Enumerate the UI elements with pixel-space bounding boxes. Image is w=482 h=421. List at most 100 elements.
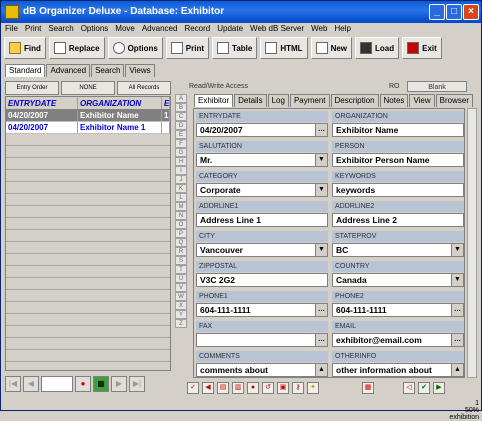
all-records-button[interactable]: All Records [117,81,171,95]
table-row[interactable]: 04/20/2007 Exhibitor Name 1 [6,110,170,122]
ellipsis-icon[interactable]: … [315,304,327,316]
menu-web[interactable]: Web [311,23,327,35]
column-header[interactable]: ENTRYDATE [6,97,78,109]
link-icon[interactable]: ↺ [262,382,274,394]
back-icon[interactable]: ◁ [403,382,415,394]
chevron-down-icon[interactable]: ▼ [451,244,463,256]
fax-field[interactable]: … [196,333,328,347]
letter-index-c[interactable]: C [175,112,187,121]
letter-index-g[interactable]: G [175,148,187,157]
checkbox-icon[interactable]: ✓ [187,382,199,394]
key-icon[interactable]: ⚷ [292,382,304,394]
letter-index-f[interactable]: F [175,139,187,148]
tab-browser[interactable]: Browser [435,94,473,107]
letter-index-e[interactable]: E [175,130,187,139]
letter-index-l[interactable]: L [175,193,187,202]
ro-checkbox-label[interactable]: RO [389,81,400,92]
ellipsis-icon[interactable]: … [315,334,327,346]
letter-index-y[interactable]: Y [175,310,187,319]
prev-record-button[interactable]: ◀ [23,376,39,392]
none-sort-button[interactable]: NONE [61,81,115,95]
ellipsis-icon[interactable]: … [451,304,463,316]
tab-advanced[interactable]: Advanced [46,64,91,77]
category-select[interactable]: Corporate ▼ [196,183,328,197]
chevron-down-icon[interactable]: ▼ [315,184,327,196]
letter-index-q[interactable]: Q [175,238,187,247]
menu-update[interactable]: Update [217,23,243,35]
lock-icon[interactable]: ▣ [277,382,289,394]
letter-index-s[interactable]: S [175,256,187,265]
chevron-down-icon[interactable]: ▼ [315,244,327,256]
phone2-field[interactable]: 604-111-1111… [332,303,464,317]
replace-button[interactable]: Replace [48,37,105,59]
export-icon[interactable]: ▦ [362,382,374,394]
arrow-left-icon[interactable]: ◀ [202,382,214,394]
scroll-arrow-icon[interactable]: ▲ [315,364,327,376]
person-field[interactable]: Exhibitor Person Name [332,153,464,167]
menu-move[interactable]: Move [115,23,135,35]
column-header[interactable]: E [162,97,170,109]
stop-icon[interactable]: ● [247,382,259,394]
menu-web-db-server[interactable]: Web dB Server [250,23,304,35]
tab-details[interactable]: Details [234,94,267,107]
scroll-arrow-icon[interactable]: ▲ [451,364,463,376]
stateprov-select[interactable]: BC ▼ [332,243,464,257]
zippostal-field[interactable]: V3C 2G2 [196,273,328,287]
first-record-button[interactable]: |◀ [5,376,21,392]
letter-index-r[interactable]: R [175,247,187,256]
letter-index-m[interactable]: M [175,202,187,211]
letter-index-d[interactable]: D [175,121,187,130]
letter-index-h[interactable]: H [175,157,187,166]
letter-index-n[interactable]: N [175,211,187,220]
options-button[interactable]: Options [107,37,163,59]
print-button[interactable]: Print [165,37,210,59]
forward-icon[interactable]: ▶ [433,382,445,394]
letter-index-u[interactable]: U [175,274,187,283]
table-row[interactable]: 04/20/2007 Exhibitor Name 1 [6,122,170,134]
load-button[interactable]: Load [355,37,400,59]
form-scrollbar[interactable] [467,108,477,378]
menu-print[interactable]: Print [25,23,41,35]
letter-index-k[interactable]: K [175,184,187,193]
city-select[interactable]: Vancouver ▼ [196,243,328,257]
trash-icon[interactable]: ▥ [232,382,244,394]
addrline1-field[interactable]: Address Line 1 [196,213,328,227]
tab-views[interactable]: Views [125,64,155,77]
menu-options[interactable]: Options [81,23,109,35]
email-field[interactable]: exhibitor@email.com… [332,333,464,347]
exit-button[interactable]: Exit [402,37,442,59]
letter-index-w[interactable]: W [175,292,187,301]
table-button[interactable]: Table [212,37,258,59]
comments-field[interactable]: comments about ▲ [196,363,328,377]
maximize-button[interactable]: □ [446,4,462,20]
keywords-field[interactable]: keywords [332,183,464,197]
salutation-select[interactable]: Mr. ▼ [196,153,328,167]
tab-description[interactable]: Description [330,94,379,107]
addrline2-field[interactable]: Address Line 2 [332,213,464,227]
minimize-button[interactable]: _ [429,4,445,20]
next-record-button[interactable]: ▶ [111,376,127,392]
otherinfo-field[interactable]: other information about ▲ [332,363,464,377]
tab-standard[interactable]: Standard [5,64,46,77]
tab-payment[interactable]: Payment [289,94,330,107]
letter-index-i[interactable]: I [175,166,187,175]
letter-index-v[interactable]: V [175,283,187,292]
phone1-field[interactable]: 604-111-1111… [196,303,328,317]
letter-index-z[interactable]: Z [175,319,187,328]
entrydate-field[interactable]: 04/20/2007… [196,123,328,137]
chevron-down-icon[interactable]: ▼ [451,274,463,286]
country-select[interactable]: Canada ▼ [332,273,464,287]
tab-search[interactable]: Search [91,64,125,77]
chevron-down-icon[interactable]: ▼ [315,154,327,166]
grid-view-icon[interactable]: ▦ [93,376,109,392]
html-button[interactable]: HTML [260,37,308,59]
new-button[interactable]: New [310,37,353,59]
lightbulb-icon[interactable]: ✦ [307,382,319,394]
menu-help[interactable]: Help [334,23,350,35]
ellipsis-icon[interactable]: … [315,124,327,136]
organization-field[interactable]: Exhibitor Name [332,123,464,137]
print-icon[interactable]: ▤ [217,382,229,394]
letter-index-o[interactable]: O [175,220,187,229]
check-icon[interactable]: ✔ [418,382,430,394]
stop-icon[interactable]: ● [75,376,91,392]
